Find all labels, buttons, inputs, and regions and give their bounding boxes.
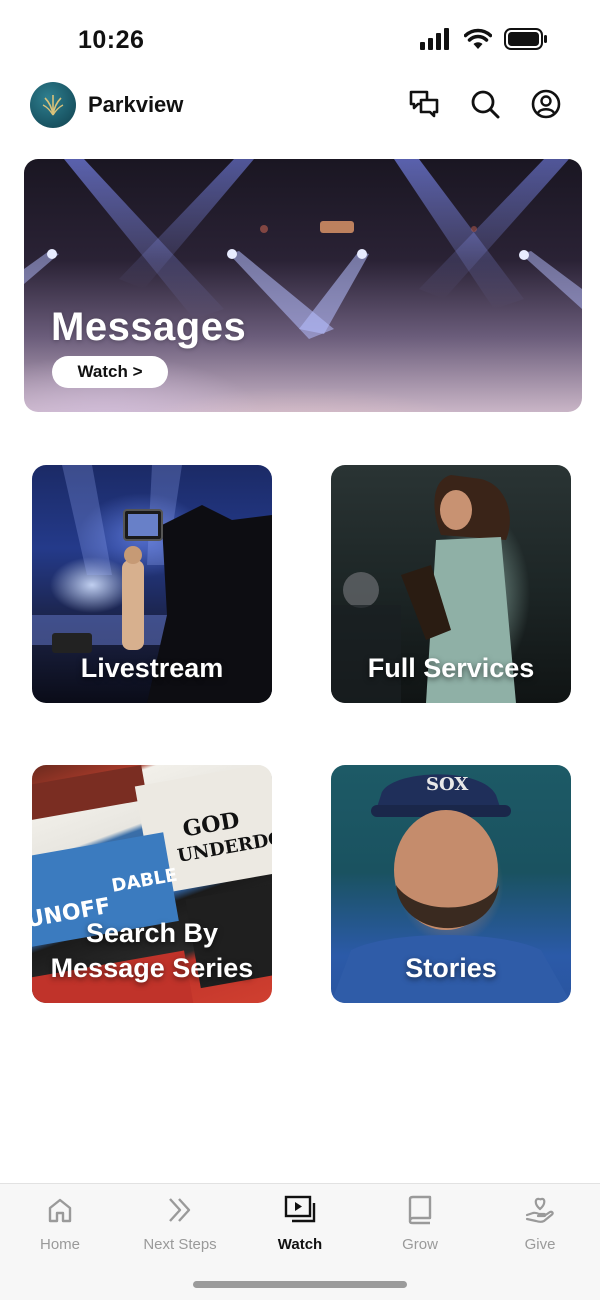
- double-chevron-icon: [164, 1194, 196, 1226]
- profile-button[interactable]: [529, 89, 563, 123]
- tile-label-stories: Stories: [405, 953, 497, 983]
- tile-label-search-line2: Message Series: [50, 953, 254, 983]
- tile-full-services[interactable]: Full Services: [331, 465, 571, 703]
- nav-label-home: Home: [39, 1236, 80, 1253]
- status-bar: 10:26: [0, 0, 600, 80]
- home-icon: [44, 1194, 76, 1226]
- tile-search-by-message-series[interactable]: GOD UNDERDOG UNOFF DABLE Search By Messa…: [32, 765, 272, 1003]
- svg-text:SOX: SOX: [426, 774, 468, 795]
- heart-hand-icon: [524, 1194, 556, 1226]
- nav-label-grow: Grow: [402, 1236, 438, 1253]
- nav-item-grow[interactable]: Grow: [360, 1194, 480, 1258]
- status-icons: [420, 28, 548, 55]
- wifi-icon: [463, 28, 493, 55]
- signal-icon: [420, 28, 452, 55]
- nav-item-home[interactable]: Home: [0, 1194, 120, 1258]
- chat-button[interactable]: [407, 89, 441, 123]
- profile-icon: [531, 89, 561, 124]
- chat-icon: [408, 89, 440, 124]
- tile-stories[interactable]: SOX Stories: [331, 765, 571, 1003]
- nav-item-give[interactable]: Give: [480, 1194, 600, 1258]
- nav-label-next-steps: Next Steps: [143, 1236, 217, 1253]
- tile-label-livestream: Livestream: [80, 653, 224, 683]
- video-library-icon: [284, 1194, 316, 1226]
- tile-label-search-line1: Search By: [85, 918, 219, 948]
- watch-button[interactable]: Watch >: [52, 356, 168, 388]
- home-indicator[interactable]: [193, 1281, 407, 1288]
- nav-label-give: Give: [524, 1236, 556, 1253]
- battery-icon: [504, 28, 548, 55]
- nav-item-watch[interactable]: Watch: [240, 1194, 360, 1258]
- tile-label-full-services: Full Services: [367, 653, 535, 683]
- tile-livestream[interactable]: Livestream: [32, 465, 272, 703]
- nav-label-watch: Watch: [277, 1236, 323, 1253]
- nav-item-next-steps[interactable]: Next Steps: [120, 1194, 240, 1258]
- search-icon: [470, 89, 500, 124]
- parkview-logo-icon[interactable]: [30, 82, 76, 128]
- app-header: Parkview: [0, 80, 600, 132]
- status-time: 10:26: [78, 26, 145, 54]
- hero-title: Messages: [51, 305, 247, 349]
- search-button[interactable]: [468, 89, 502, 123]
- messages-hero-card[interactable]: Messages Watch >: [24, 159, 582, 412]
- app-name: Parkview: [88, 92, 184, 117]
- book-icon: [404, 1194, 436, 1226]
